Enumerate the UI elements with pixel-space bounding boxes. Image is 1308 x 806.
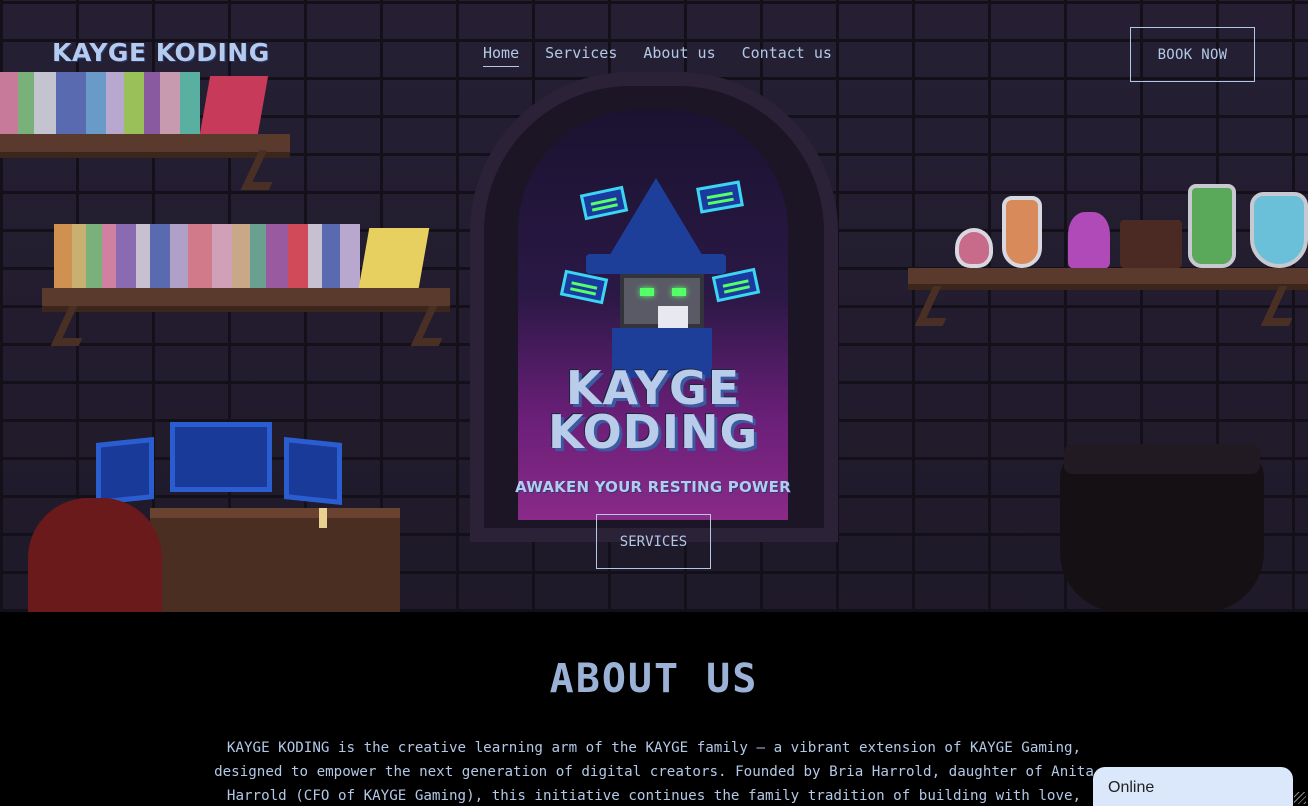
nav-home[interactable]: Home <box>483 44 520 67</box>
side-monitor-left <box>96 436 154 506</box>
services-button[interactable]: SERVICES <box>596 514 711 569</box>
bookshelf-lower-books <box>54 224 430 288</box>
potion-shelf <box>908 268 1308 290</box>
wizard-mascot <box>559 178 761 378</box>
brand-logo[interactable]: KAYGE KODING <box>52 38 270 67</box>
nav-contact-us[interactable]: Contact us <box>742 44 832 67</box>
nav-about-us[interactable]: About us <box>643 44 715 67</box>
side-monitor-right <box>284 436 342 506</box>
hero-logo: KAYGE KODING <box>548 361 759 459</box>
hero-tagline: AWAKEN YOUR RESTING POWER <box>515 478 791 496</box>
hero-logo-line1: KAYGE <box>565 361 741 415</box>
potion-bottle <box>1188 184 1236 268</box>
about-title: ABOUT US <box>549 656 759 702</box>
computer-monitor <box>170 422 272 492</box>
hero-logo-line2: KODING <box>548 405 759 459</box>
nav-services[interactable]: Services <box>545 44 617 67</box>
potion-bottle <box>955 228 993 268</box>
desk <box>150 508 400 612</box>
floating-code-screen-icon <box>559 269 609 305</box>
book-now-button[interactable]: BOOK NOW <box>1130 27 1255 82</box>
robot-eye-left <box>640 288 654 296</box>
candle <box>319 508 327 528</box>
about-description: KAYGE KODING is the creative learning ar… <box>214 740 1094 804</box>
potion-bottle <box>1068 212 1110 268</box>
robot-eye-right <box>672 288 686 296</box>
bookshelf-lower <box>42 288 450 312</box>
potion-bottle <box>1002 196 1042 268</box>
wizard-beard <box>658 306 688 328</box>
chat-status: Online <box>1108 779 1155 796</box>
wizard-hat-brim <box>586 254 726 274</box>
main-nav: Home Services About us Contact us <box>483 44 832 67</box>
potion-jar <box>1120 220 1182 268</box>
chair <box>28 498 162 612</box>
bookshelf-upper <box>0 134 290 158</box>
chat-widget[interactable]: Online <box>1093 767 1293 806</box>
potion-bottle <box>1250 192 1308 268</box>
bookshelf-upper-books <box>0 72 269 134</box>
cauldron-rim <box>1064 444 1260 474</box>
resize-grip-icon[interactable] <box>1294 792 1306 804</box>
hero-section: KAYGE KODING AWAKEN YOUR RESTING POWER S… <box>0 0 1308 612</box>
